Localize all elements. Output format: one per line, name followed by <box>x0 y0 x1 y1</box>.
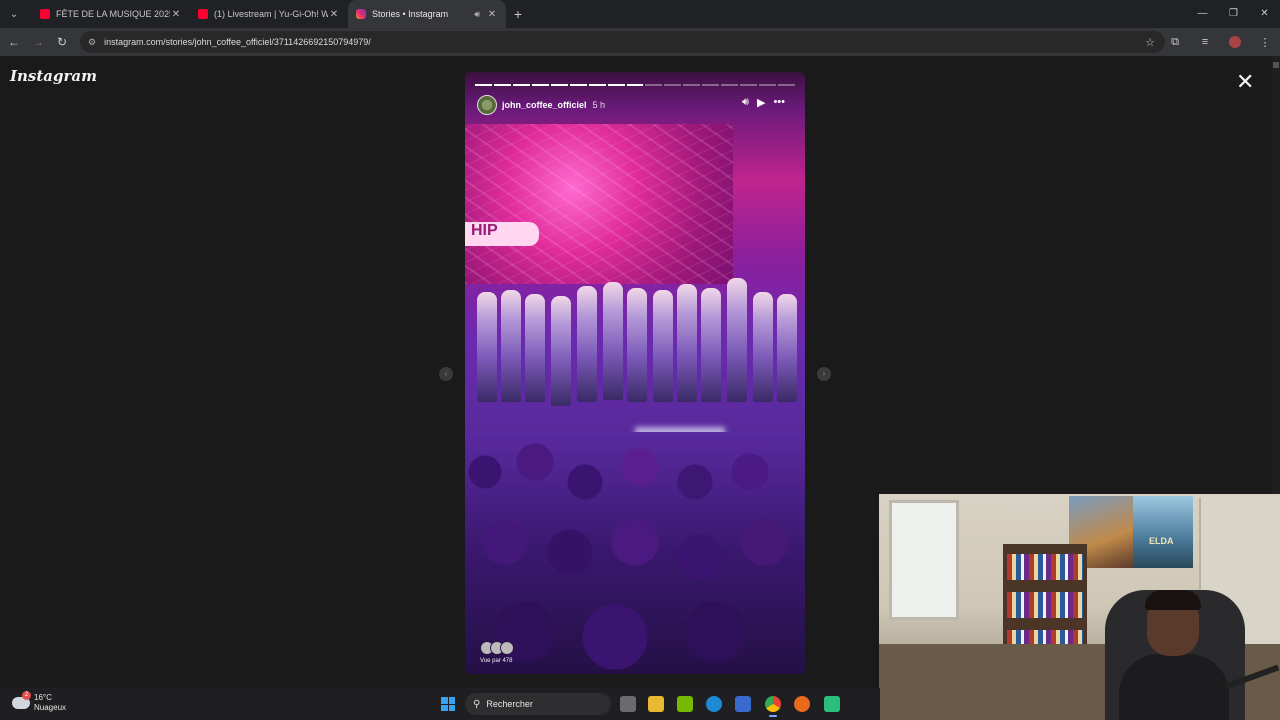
youtube-icon <box>198 9 208 19</box>
stage-screen <box>465 124 733 284</box>
speaker-icon[interactable]: 🔊︎ <box>474 9 480 20</box>
tab-search-icon[interactable]: ⌄ <box>4 4 24 24</box>
story-controls: 🔊︎ ▶ ••• <box>742 96 785 109</box>
progress-segment <box>550 84 568 86</box>
tab-youtube-livestream[interactable]: (1) Livestream | Yu-Gi-Oh! Worl ✕ <box>190 0 348 28</box>
media-controls-icon[interactable]: ≡ <box>1190 36 1220 48</box>
progress-segment <box>645 84 663 86</box>
tab-title: Stories • Instagram <box>372 9 449 19</box>
restore-icon[interactable]: ❐ <box>1218 0 1249 28</box>
scrollbar-thumb[interactable] <box>1273 62 1279 68</box>
tab-close-icon[interactable]: ✕ <box>328 9 340 20</box>
instagram-icon <box>356 9 366 19</box>
back-arrow-icon[interactable]: ← <box>2 35 26 49</box>
bookmark-star-icon[interactable]: ☆ <box>1145 36 1155 49</box>
tab-title: (1) Livestream | Yu-Gi-Oh! Worl <box>214 9 328 19</box>
toolbar-right: ⧉ ≡ ⋮ <box>1160 28 1280 56</box>
progress-segment <box>721 84 739 86</box>
extensions-icon[interactable]: ⧉ <box>1160 36 1190 49</box>
progress-segment <box>607 84 625 86</box>
next-story-chevron-icon[interactable]: › <box>817 367 831 381</box>
address-bar[interactable]: ⚙ instagram.com/stories/john_coffee_offi… <box>80 31 1165 53</box>
new-tab-button[interactable]: + <box>506 6 530 22</box>
store-icon[interactable] <box>735 696 751 712</box>
tab-instagram-stories[interactable]: Stories • Instagram 🔊︎ ✕ <box>348 0 506 28</box>
volume-icon[interactable]: 🔊︎ <box>742 96 749 109</box>
menu-kebab-icon[interactable]: ⋮ <box>1250 36 1280 49</box>
taskbar-search-placeholder: Rechercher <box>486 699 533 709</box>
story-progress-bar <box>475 84 795 86</box>
play-icon[interactable]: ▶ <box>757 96 765 109</box>
nvidia-icon[interactable] <box>677 696 693 712</box>
instagram-logo[interactable]: Instagram <box>10 67 97 85</box>
progress-segment <box>683 84 701 86</box>
profile-avatar[interactable] <box>1229 36 1241 48</box>
windows-taskbar: 2 16°C Nuageux ⚲ Rechercher <box>0 688 880 720</box>
window-controls: — ❐ ✕ <box>1187 0 1280 28</box>
progress-segment <box>493 84 511 86</box>
file-explorer-icon[interactable] <box>648 696 664 712</box>
weather-temp: 16°C <box>34 693 52 702</box>
tab-close-icon[interactable]: ✕ <box>170 9 182 20</box>
edge-icon[interactable] <box>706 696 722 712</box>
webcam-window <box>889 500 959 620</box>
progress-segment <box>759 84 776 86</box>
youtube-icon <box>40 9 50 19</box>
minimize-icon[interactable]: — <box>1187 0 1218 28</box>
taskbar-search[interactable]: ⚲ Rechercher <box>465 693 611 715</box>
user-avatar[interactable] <box>477 95 497 115</box>
story-header: john_coffee_officiel 5 h 🔊︎ ▶ ••• <box>477 94 793 116</box>
progress-segment <box>588 84 606 86</box>
cloud-icon: 2 <box>12 691 31 709</box>
stage-banner-text: HIP <box>465 222 539 246</box>
prev-story-chevron-icon[interactable]: ‹ <box>439 367 453 381</box>
chrome-icon[interactable] <box>765 696 781 717</box>
story-time: 5 h <box>592 100 606 110</box>
windows-start-icon[interactable] <box>441 697 455 711</box>
weather-widget[interactable]: 2 16°C Nuageux <box>12 691 67 713</box>
task-view-icon[interactable] <box>620 696 636 712</box>
tab-youtube-fete[interactable]: FÊTE DE LA MUSIQUE 2025 - Yo ✕ <box>32 0 190 28</box>
progress-segment <box>569 84 587 86</box>
poster-text: ELDA <box>1149 536 1174 546</box>
weather-badge: 2 <box>22 691 31 700</box>
progress-segment <box>778 84 795 86</box>
webcam-streamer <box>1119 590 1229 720</box>
progress-segment <box>512 84 530 86</box>
progress-segment <box>702 84 720 86</box>
search-icon: ⚲ <box>473 698 481 710</box>
site-info-icon[interactable]: ⚙ <box>88 37 96 48</box>
tab-title: FÊTE DE LA MUSIQUE 2025 - Yo <box>56 9 170 19</box>
story-username[interactable]: john_coffee_officiel <box>502 100 587 110</box>
reload-icon[interactable]: ↻ <box>50 35 74 49</box>
weather-desc: Nuageux <box>34 703 67 712</box>
story-viewer[interactable]: HIP john_coffee_officiel 5 h 🔊︎ ▶ ••• Vu… <box>465 72 805 674</box>
firefox-icon[interactable] <box>794 696 810 712</box>
browser-toolbar: ← → ↻ ⚙ instagram.com/stories/john_coffe… <box>0 28 1280 56</box>
viewer-avatars <box>480 641 514 655</box>
tab-bar: ⌄ FÊTE DE LA MUSIQUE 2025 - Yo ✕ (1) Liv… <box>0 0 1280 28</box>
url-text: instagram.com/stories/john_coffee_offici… <box>104 37 371 47</box>
story-viewers[interactable]: Vue par 478 <box>480 641 514 664</box>
more-options-icon[interactable]: ••• <box>773 96 785 109</box>
app-icon[interactable] <box>824 696 840 712</box>
webcam-zelda-poster: ELDA <box>1133 496 1193 568</box>
progress-segment <box>664 84 682 86</box>
audience <box>465 432 805 674</box>
close-story-icon[interactable]: ✕ <box>1236 71 1254 93</box>
progress-segment <box>531 84 549 86</box>
tab-close-icon[interactable]: ✕ <box>486 9 498 20</box>
viewers-count: Vue par 478 <box>480 658 513 664</box>
stage-players <box>469 272 805 422</box>
webcam-overlay: ELDA <box>879 494 1280 720</box>
forward-arrow-icon[interactable]: → <box>26 35 50 49</box>
close-window-icon[interactable]: ✕ <box>1249 0 1280 28</box>
progress-segment <box>626 84 644 86</box>
progress-segment <box>740 84 758 86</box>
progress-segment <box>475 84 492 86</box>
